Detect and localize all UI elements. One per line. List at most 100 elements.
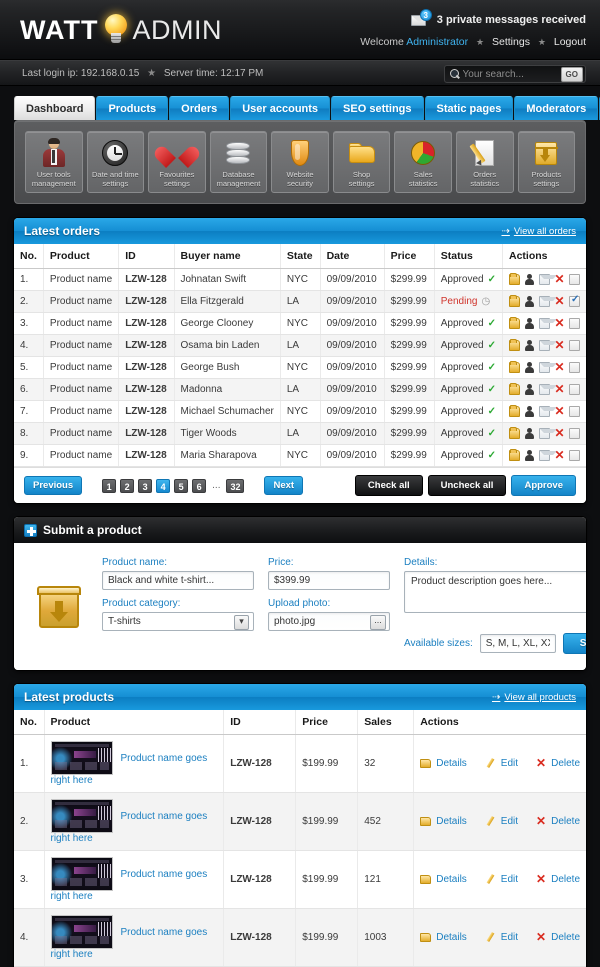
delete-icon[interactable]: ✕	[554, 427, 565, 439]
delete-icon[interactable]: ✕	[536, 931, 546, 943]
table-row[interactable]: 8. Product name LZW-128 Tiger Woods LA 09/09/…	[14, 422, 586, 445]
details-link[interactable]: Details	[436, 758, 467, 769]
quick-item-favourites-settings[interactable]: Favourites settings	[148, 131, 206, 193]
edit-link[interactable]: Edit	[501, 758, 518, 769]
tab-static-pages[interactable]: Static pages	[424, 96, 514, 120]
approve-button[interactable]: Approve	[511, 475, 576, 496]
delete-icon[interactable]: ✕	[554, 273, 565, 285]
tab-dashboard[interactable]: Dashboard	[14, 96, 96, 120]
upload-photo-input[interactable]	[268, 612, 390, 631]
row-checkbox[interactable]	[569, 428, 580, 439]
row-checkbox[interactable]	[569, 294, 580, 307]
pencil-icon[interactable]	[485, 874, 496, 885]
tab-orders[interactable]: Orders	[169, 96, 230, 120]
product-name-input[interactable]	[102, 571, 254, 590]
details-folder-icon[interactable]	[420, 933, 432, 942]
uncheck-all-button[interactable]: Uncheck all	[427, 475, 507, 496]
details-folder-icon[interactable]	[420, 817, 432, 826]
view-all-products-link[interactable]: ⇢ View all products	[492, 692, 576, 703]
page-number-3[interactable]: 3	[138, 478, 153, 493]
pencil-icon[interactable]	[485, 932, 496, 943]
product-thumbnail[interactable]	[50, 857, 113, 891]
mail-icon[interactable]	[539, 340, 557, 351]
delete-icon[interactable]: ✕	[554, 383, 565, 395]
user-icon[interactable]	[524, 406, 535, 417]
pencil-icon[interactable]	[485, 816, 496, 827]
row-checkbox[interactable]	[569, 362, 580, 373]
search-box[interactable]: GO	[443, 65, 586, 83]
quick-item-orders-statistics[interactable]: Orders statistics	[455, 131, 514, 193]
delete-icon[interactable]: ✕	[536, 815, 546, 827]
mail-icon[interactable]	[539, 274, 557, 285]
table-row[interactable]: 7. Product name LZW-128 Michael Schumacher N…	[14, 400, 586, 423]
delete-icon[interactable]: ✕	[554, 339, 565, 351]
user-icon[interactable]	[524, 340, 535, 351]
details-folder-icon[interactable]	[509, 449, 520, 461]
quick-item-sales-statistics[interactable]: Sales statistics	[394, 131, 452, 193]
details-folder-icon[interactable]	[509, 383, 520, 395]
quick-item-database-management[interactable]: Database management	[209, 131, 268, 193]
edit-link[interactable]: Edit	[501, 816, 518, 827]
mail-icon[interactable]	[539, 362, 557, 373]
quick-item-user-tools-management[interactable]: User tools management	[25, 131, 83, 193]
private-messages-notice[interactable]: 3 3 private messages received	[360, 9, 586, 28]
table-row[interactable]: 2. Product name LZW-128 Ella Fitzgerald LA 09…	[14, 290, 586, 313]
tab-seo-settings[interactable]: SEO settings	[331, 96, 424, 120]
logo[interactable]: WATT ADMIN	[20, 14, 222, 46]
submit-button[interactable]: Submit	[562, 633, 586, 654]
page-number-last[interactable]: 32	[226, 478, 245, 493]
user-icon[interactable]	[524, 274, 535, 285]
tab-user-accounts[interactable]: User accounts	[230, 96, 331, 120]
details-folder-icon[interactable]	[509, 427, 520, 439]
previous-page-button[interactable]: Previous	[24, 476, 83, 495]
delete-link[interactable]: Delete	[551, 816, 580, 827]
user-icon[interactable]	[524, 428, 535, 439]
mail-icon[interactable]	[539, 450, 557, 461]
page-number-6[interactable]: 6	[192, 478, 207, 493]
quick-item-website-security[interactable]: Website security	[271, 131, 329, 193]
table-row[interactable]: 5. Product name LZW-128 George Bush NYC 09/09…	[14, 356, 586, 379]
details-link[interactable]: Details	[436, 816, 467, 827]
row-checkbox[interactable]	[569, 450, 580, 461]
table-row[interactable]: 1. Product name goes right here LZW-128 $19…	[14, 734, 586, 793]
quick-item-date-and-time-settings[interactable]: Date and time settings	[86, 131, 145, 193]
details-folder-icon[interactable]	[509, 339, 520, 351]
edit-link[interactable]: Edit	[501, 932, 518, 943]
table-row[interactable]: 6. Product name LZW-128 Madonna LA 09/09/2010…	[14, 378, 586, 401]
delete-icon[interactable]: ✕	[554, 405, 565, 417]
mail-icon[interactable]	[539, 318, 557, 329]
edit-link[interactable]: Edit	[501, 874, 518, 885]
delete-link[interactable]: Delete	[551, 874, 580, 885]
page-number-1[interactable]: 1	[102, 478, 117, 493]
row-checkbox[interactable]	[569, 340, 580, 351]
table-row[interactable]: 4. Product name LZW-128 Osama bin Laden LA 09…	[14, 334, 586, 357]
product-category-select[interactable]: T-shirts	[102, 612, 254, 631]
page-number-2[interactable]: 2	[120, 478, 135, 493]
mail-icon[interactable]	[539, 428, 557, 439]
check-all-button[interactable]: Check all	[354, 475, 423, 496]
details-textarea[interactable]: Product description goes here...	[404, 571, 586, 613]
search-input[interactable]	[462, 66, 561, 82]
details-folder-icon[interactable]	[509, 361, 520, 373]
delete-icon[interactable]: ✕	[554, 295, 565, 307]
row-checkbox[interactable]	[569, 406, 580, 417]
user-icon[interactable]	[524, 296, 535, 307]
page-number-4[interactable]: 4	[156, 478, 171, 493]
details-folder-icon[interactable]	[509, 405, 520, 417]
tab-moderators[interactable]: Moderators	[514, 96, 599, 120]
details-folder-icon[interactable]	[420, 759, 432, 768]
settings-link[interactable]: Settings	[492, 36, 530, 48]
user-icon[interactable]	[524, 318, 535, 329]
quick-item-shop-settings[interactable]: Shop settings	[332, 131, 391, 193]
table-row[interactable]: 9. Product name LZW-128 Maria Sharapova NYC 0…	[14, 444, 586, 467]
page-number-5[interactable]: 5	[174, 478, 189, 493]
user-icon[interactable]	[524, 450, 535, 461]
row-checkbox[interactable]	[569, 318, 580, 329]
search-go-button[interactable]: GO	[560, 66, 583, 82]
delete-icon[interactable]: ✕	[536, 757, 546, 769]
available-sizes-input[interactable]	[479, 634, 556, 653]
mail-icon[interactable]	[539, 384, 557, 395]
user-name-link[interactable]: Administrator	[406, 36, 468, 48]
product-thumbnail[interactable]	[50, 915, 113, 949]
table-row[interactable]: 3. Product name goes right here LZW-128 $19…	[14, 850, 586, 909]
